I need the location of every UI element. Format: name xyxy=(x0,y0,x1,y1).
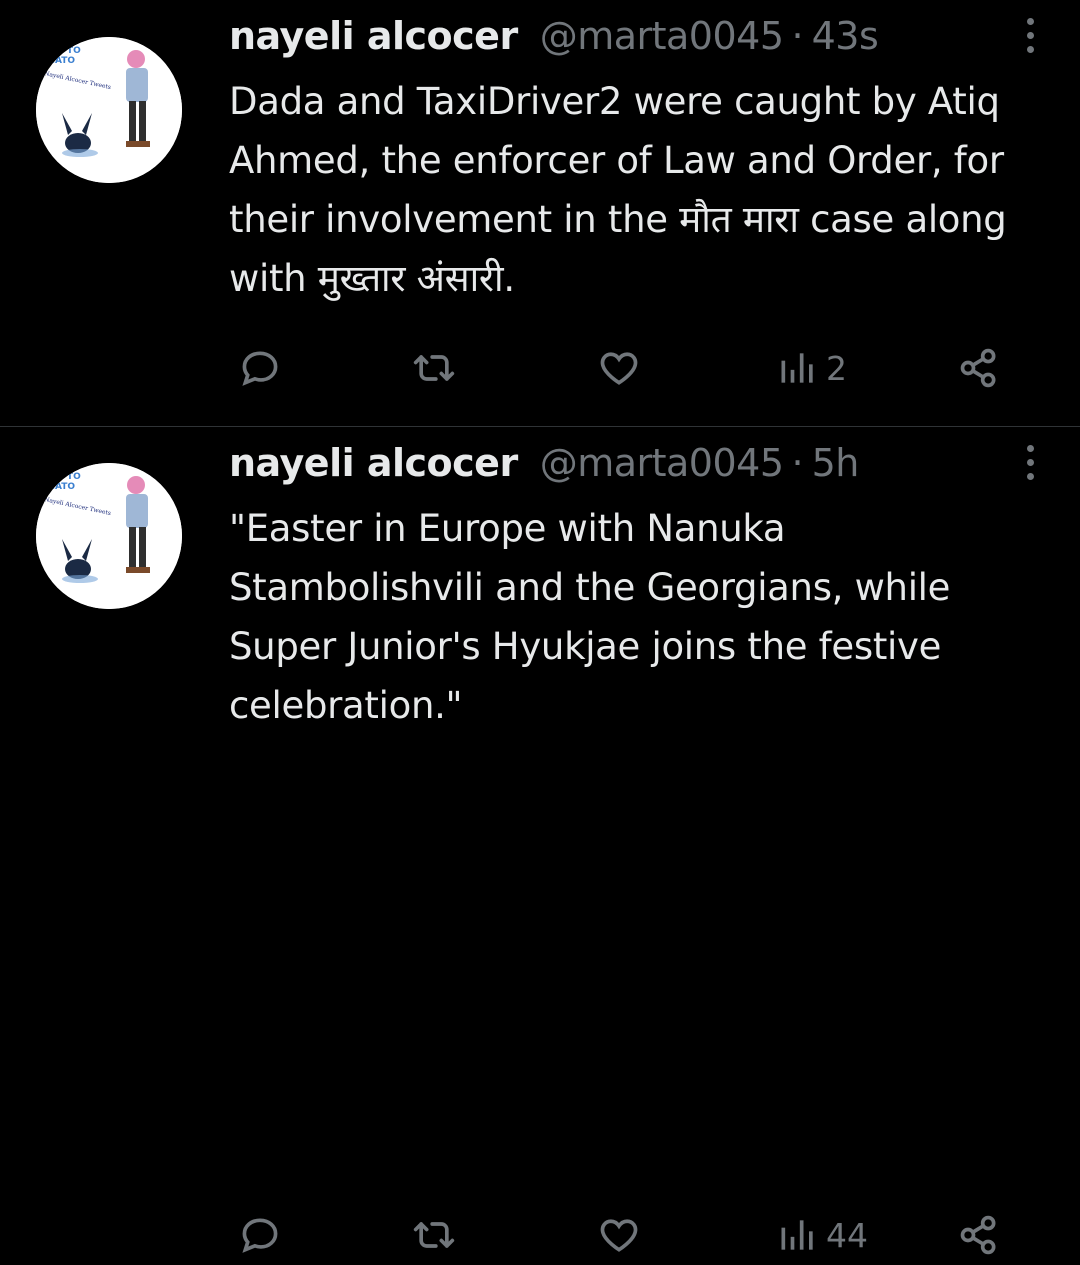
views-button[interactable]: 2 xyxy=(776,338,847,398)
retweet-button[interactable] xyxy=(412,1205,456,1265)
heart-icon xyxy=(600,352,638,385)
retweet-button[interactable] xyxy=(412,338,456,398)
share-button[interactable] xyxy=(957,1205,1001,1265)
share-button[interactable] xyxy=(957,338,1001,398)
like-button[interactable] xyxy=(597,338,641,398)
action-bar: 44 xyxy=(0,1205,1080,1265)
timestamp[interactable]: 43s xyxy=(812,14,879,58)
author-handle[interactable]: @marta0045 xyxy=(540,14,784,58)
svg-text:TO TO: TO TO xyxy=(50,46,81,56)
share-icon xyxy=(960,1215,996,1255)
separator-dot: · xyxy=(791,441,804,485)
share-icon xyxy=(960,348,996,388)
views-icon xyxy=(781,1220,813,1250)
tweet-header: nayeli alcocer @marta0045 · 43s xyxy=(229,14,879,70)
views-count: 2 xyxy=(826,348,847,388)
author-handle[interactable]: @marta0045 xyxy=(540,441,784,485)
heart-icon xyxy=(600,1219,638,1252)
tweet-text: "Easter in Europe with Nanuka Stambolish… xyxy=(229,507,951,727)
avatar[interactable]: TO TO MATO Nayeli Alcocer Tweets xyxy=(36,37,182,183)
retweet-icon xyxy=(413,355,455,381)
svg-text:MATO: MATO xyxy=(46,482,75,492)
avatar[interactable]: TO TO MATO Nayeli Alcocer Tweets xyxy=(36,463,182,609)
tweet[interactable]: TO TO MATO Nayeli Alcocer Tweets nayeli … xyxy=(0,0,1080,426)
reply-icon xyxy=(242,1218,278,1253)
more-icon[interactable] xyxy=(1024,18,1036,60)
like-button[interactable] xyxy=(597,1205,641,1265)
reply-button[interactable] xyxy=(238,1205,282,1265)
author-name[interactable]: nayeli alcocer xyxy=(229,441,518,485)
views-button[interactable]: 44 xyxy=(776,1205,868,1265)
reply-button[interactable] xyxy=(238,338,282,398)
tweet-text: Dada and TaxiDriver2 were caught by Atiq… xyxy=(229,80,1007,300)
views-count: 44 xyxy=(826,1215,868,1255)
tweet[interactable]: TO TO MATO Nayeli Alcocer Tweets nayeli … xyxy=(0,427,1080,1255)
timestamp[interactable]: 5h xyxy=(812,441,860,485)
action-bar: 2 xyxy=(0,338,1080,398)
tweet-header: nayeli alcocer @marta0045 · 5h xyxy=(229,441,859,497)
separator-dot: · xyxy=(791,14,804,58)
reply-icon xyxy=(242,351,278,386)
author-name[interactable]: nayeli alcocer xyxy=(229,14,518,58)
svg-text:MATO: MATO xyxy=(46,56,75,66)
retweet-icon xyxy=(413,1222,455,1248)
svg-text:TO TO: TO TO xyxy=(50,472,81,482)
more-icon[interactable] xyxy=(1024,445,1036,487)
views-icon xyxy=(781,353,813,383)
